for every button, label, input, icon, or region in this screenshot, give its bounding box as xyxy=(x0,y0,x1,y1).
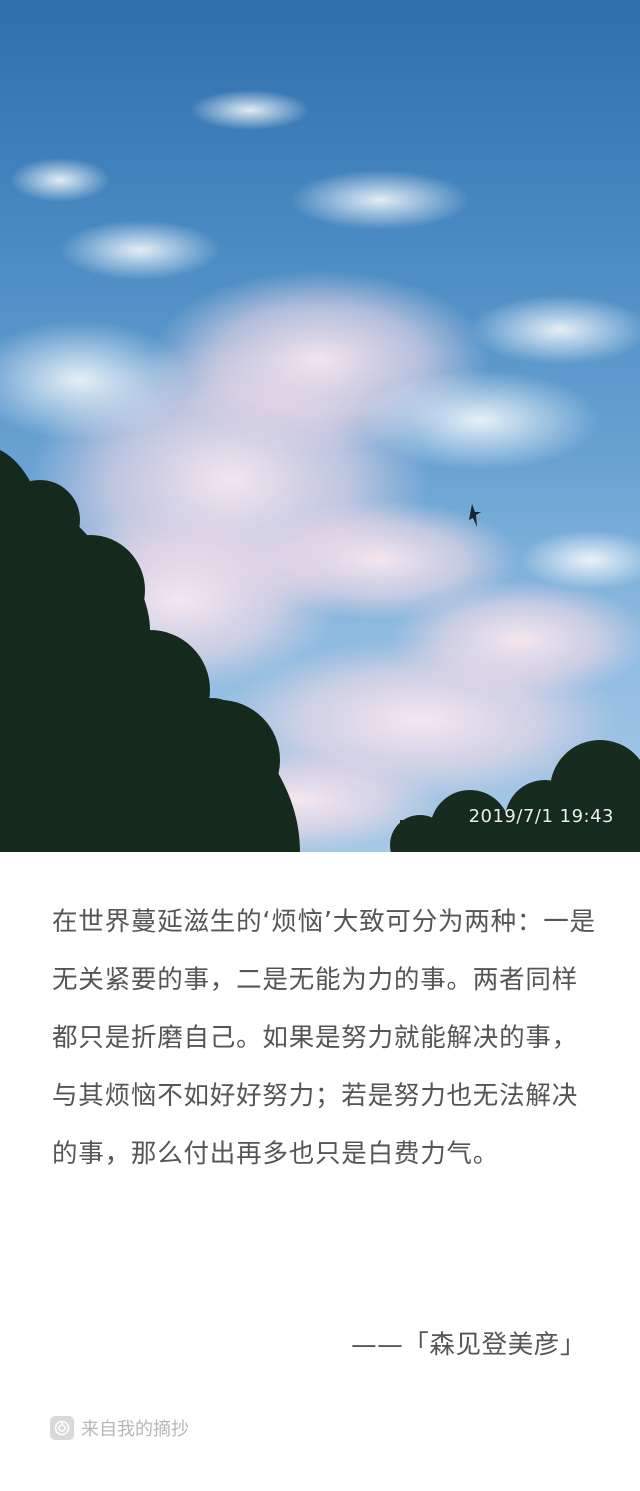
source-label: 来自我的摘抄 xyxy=(81,1419,189,1440)
app-logo-icon xyxy=(50,1416,74,1440)
quote-author: ——「森见登美彦」 xyxy=(351,1330,586,1360)
sky-photo-image xyxy=(0,90,640,852)
photo-timestamp: 2019/7/1 19:43 xyxy=(468,806,614,827)
quote-text: 在世界蔓延滋生的‘烦恼’大致可分为两种：一是无关紧要的事，二是无能为力的事。两者… xyxy=(52,907,596,1169)
quote-text-block: 在世界蔓延滋生的‘烦恼’大致可分为两种：一是无关紧要的事，二是无能为力的事。两者… xyxy=(52,893,597,1183)
source-footer[interactable]: 来自我的摘抄 xyxy=(50,1415,189,1441)
sky-photo: 2019/7/1 19:43 xyxy=(0,0,640,852)
